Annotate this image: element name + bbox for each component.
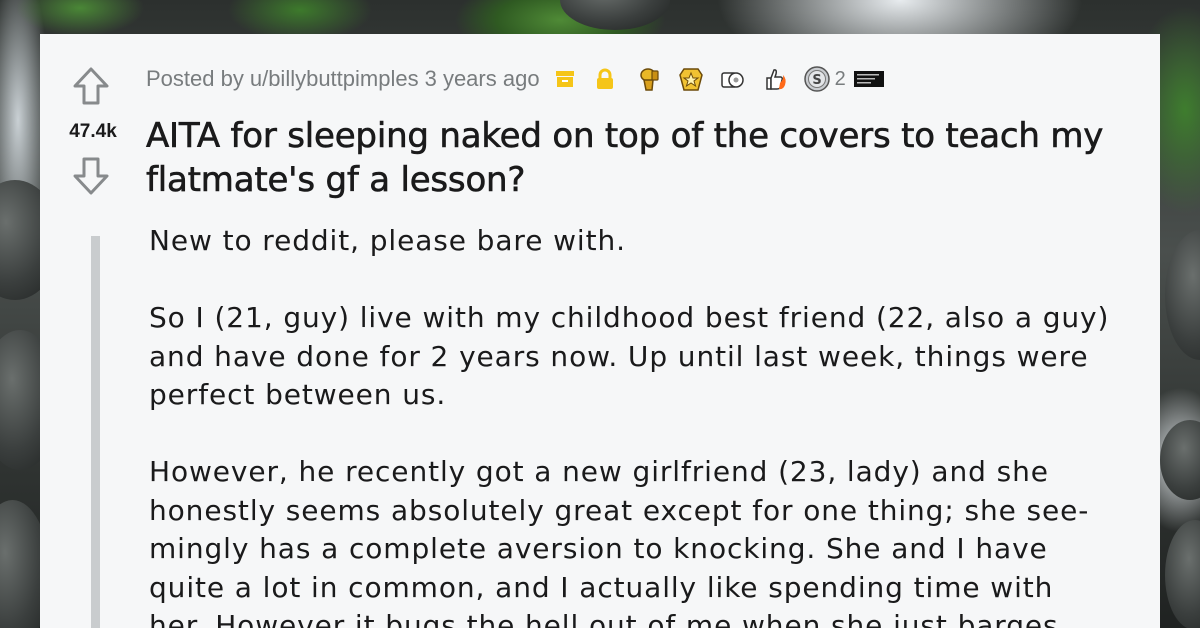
downvote-icon[interactable] [72, 156, 110, 196]
body-line: However, he recently got a new girlfrien… [149, 455, 1049, 488]
archive-icon [551, 65, 579, 93]
lock-icon [591, 65, 619, 93]
toilet-paper-award-icon[interactable] [719, 65, 747, 93]
body-line: mingly has a complete aversion to knocki… [149, 532, 1048, 565]
post-body: New to reddit, please bare with. So I (2… [149, 222, 1149, 628]
background-rock [560, 0, 670, 30]
quote-bar [91, 236, 100, 628]
svg-text:S: S [812, 73, 821, 88]
body-paragraph: However, he recently got a new girlfrien… [149, 453, 1149, 628]
gold-toilet-award-icon[interactable] [635, 65, 663, 93]
post-age: 3 years ago [424, 66, 540, 91]
award-count: 2 [834, 67, 846, 90]
vote-column: 47.4k [40, 34, 146, 628]
username-link[interactable]: u/billybuttpimples [250, 66, 419, 92]
gold-star-award-icon[interactable] [677, 65, 705, 93]
body-paragraph: New to reddit, please bare with. [149, 224, 626, 257]
vote-count: 47.4k [69, 121, 117, 142]
body-line: her. However it bugs the hell out of me … [149, 609, 1059, 628]
background-rock [1160, 420, 1200, 500]
posted-by-label: Posted by [146, 66, 244, 91]
silver-coin-award-icon[interactable]: S [803, 65, 831, 93]
body-line: honestly seems absolutely great except f… [149, 493, 1090, 527]
background-rock [1165, 230, 1200, 360]
body-line: quite a lot in common, and I actually li… [149, 570, 1054, 604]
thumbs-up-fire-award-icon[interactable] [761, 65, 789, 93]
post-meta: Posted by u/billybuttpimples 3 years ago [146, 62, 884, 96]
post-title[interactable]: AITA for sleeping naked on top of the co… [146, 114, 1146, 202]
upvote-icon[interactable] [72, 66, 110, 106]
background-rock [1165, 520, 1200, 628]
post-card: 47.4k Posted by u/billybuttpimples 3 yea… [40, 34, 1160, 628]
tiny-text-award-icon[interactable] [853, 65, 884, 93]
body-paragraph: So I (21, guy) live with my childhood be… [149, 301, 1110, 411]
